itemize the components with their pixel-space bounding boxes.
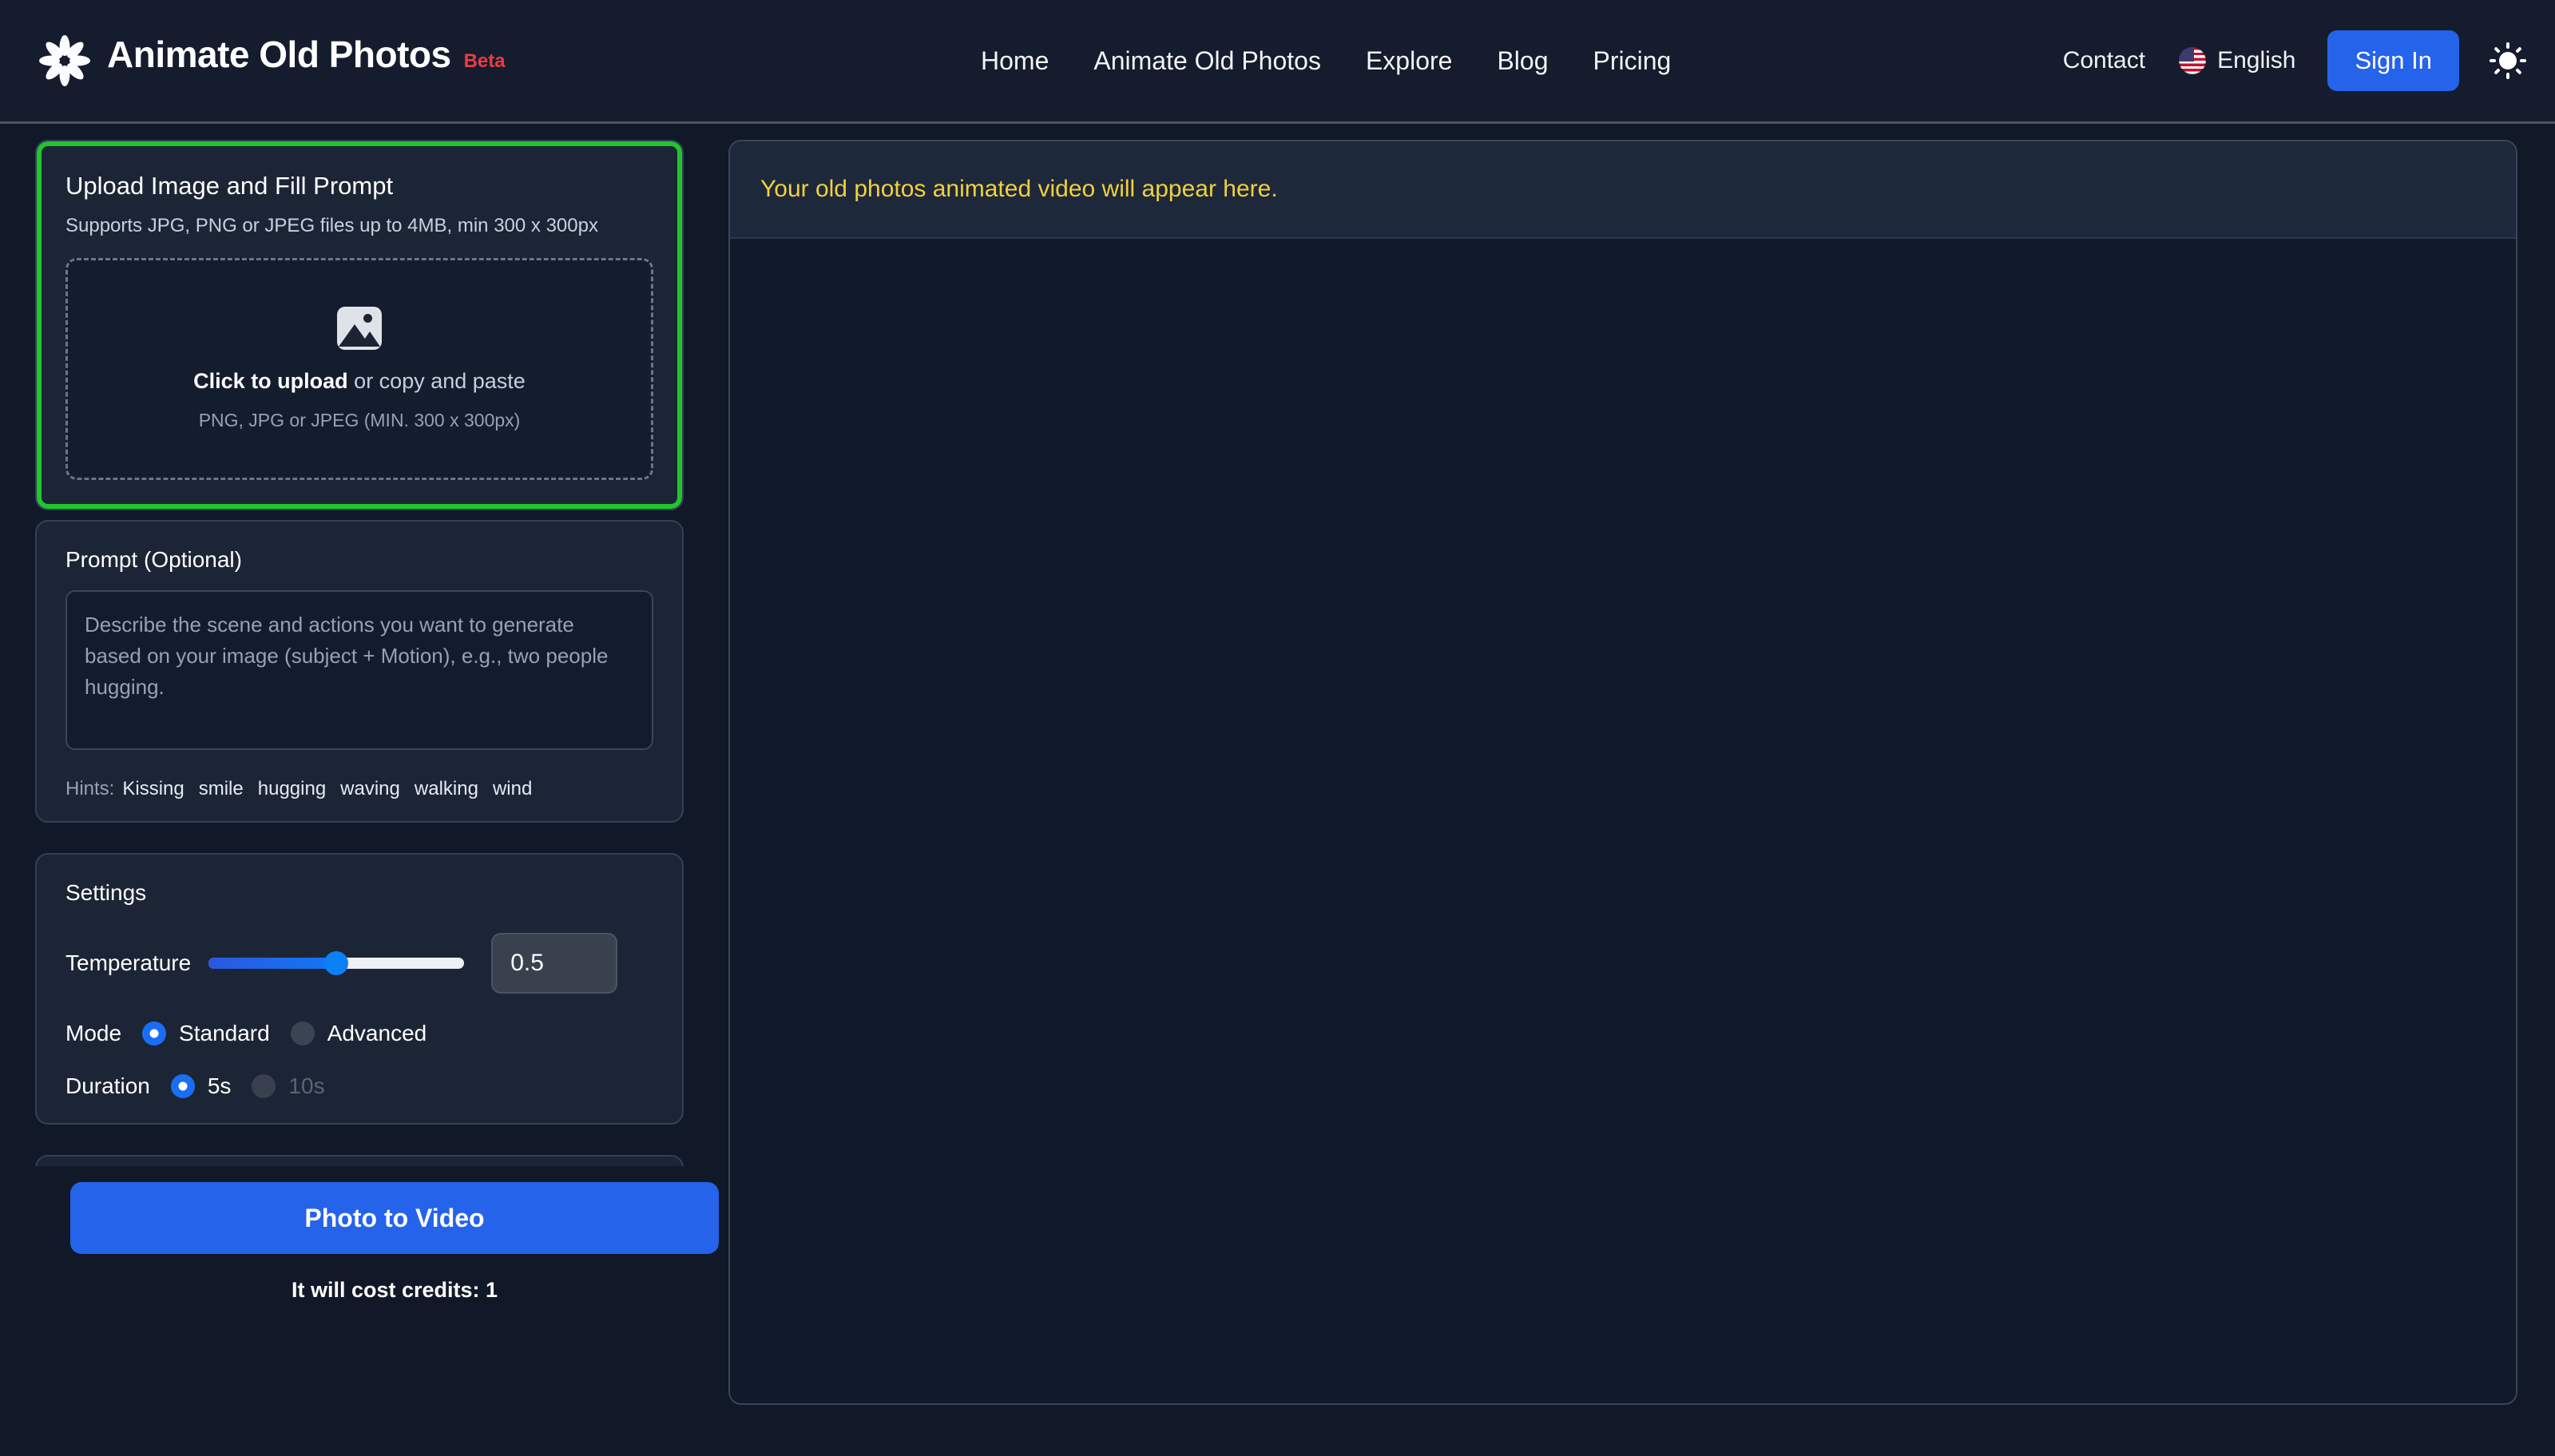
duration-option-10s: 10s: [252, 1073, 325, 1099]
nav-item-animate-old-photos[interactable]: Animate Old Photos: [1071, 46, 1343, 76]
hint-walking[interactable]: walking: [415, 778, 478, 799]
mode-option-advanced[interactable]: Advanced: [290, 1021, 427, 1046]
image-placeholder-icon: [337, 307, 382, 350]
radio-5s[interactable]: [170, 1074, 195, 1098]
page-title: Animate Old Photos: [107, 34, 451, 75]
temperature-slider-thumb[interactable]: [324, 951, 349, 975]
duration-option-5s[interactable]: 5s: [170, 1073, 232, 1099]
duration-label: Duration: [65, 1073, 150, 1098]
sun-ray: [2506, 73, 2509, 79]
sun-ray: [2494, 68, 2501, 75]
mode-standard-label: Standard: [179, 1021, 270, 1045]
duration-10s-label: 10s: [288, 1073, 325, 1098]
temperature-row: Temperature 0.5: [65, 933, 661, 994]
action-bar: Photo to Video It will cost credits: 1: [35, 1166, 754, 1338]
header-actions: Contact English Sign In: [2044, 30, 2529, 91]
upload-card[interactable]: Upload Image and Fill Prompt Supports JP…: [35, 140, 684, 510]
app-header: Animate Old Photos Beta Home Animate Old…: [0, 0, 2555, 124]
preview-placeholder-text: Your old photos animated video will appe…: [760, 176, 1278, 202]
sign-in-button[interactable]: Sign In: [2327, 30, 2459, 91]
dropzone-click-to-upload: Click to upload: [193, 369, 348, 393]
language-label: English: [2217, 47, 2296, 73]
controls-column: Upload Image and Fill Prompt Supports JP…: [35, 140, 754, 1338]
upload-card-title: Upload Image and Fill Prompt: [65, 172, 394, 200]
sun-ray: [2506, 42, 2509, 49]
prompt-hints: Hints: Kissing smile hugging waving walking wi…: [65, 778, 661, 800]
upload-card-subtitle: Supports JPG, PNG or JPEG files up to 4M…: [65, 215, 598, 236]
sun-ray: [2490, 59, 2496, 62]
preview-panel-header: Your old photos animated video will appe…: [730, 141, 2516, 239]
sun-ray: [2494, 46, 2501, 54]
temperature-label: Temperature: [65, 950, 192, 975]
main-content: Upload Image and Fill Prompt Supports JP…: [0, 124, 2555, 1456]
sun-core: [2499, 52, 2517, 69]
image-icon-sun: [363, 314, 372, 323]
contact-link[interactable]: Contact: [2044, 47, 2164, 74]
brand[interactable]: Animate Old Photos Beta: [39, 34, 506, 86]
image-dropzone[interactable]: Click to upload or copy and paste PNG, J…: [65, 258, 653, 480]
settings-title: Settings: [65, 880, 147, 905]
nav-item-blog[interactable]: Blog: [1474, 46, 1570, 76]
prompt-card: Prompt (Optional) Hints: Kissing smile hugg…: [35, 520, 684, 823]
nav-item-pricing[interactable]: Pricing: [1571, 46, 1694, 76]
image-icon-mountain-small: [359, 331, 380, 347]
radio-standard[interactable]: [142, 1022, 167, 1045]
dropzone-secondary-text: PNG, JPG or JPEG (MIN. 300 x 300px): [198, 410, 521, 430]
photo-to-video-button[interactable]: Photo to Video: [70, 1182, 719, 1254]
flower-petals-icon: [39, 35, 90, 86]
mode-advanced-label: Advanced: [327, 1021, 427, 1045]
credit-cost-note: It will cost credits: 1: [291, 1278, 498, 1302]
nav-item-explore[interactable]: Explore: [1343, 46, 1475, 76]
duration-5s-label: 5s: [207, 1073, 232, 1098]
temperature-value-field[interactable]: 0.5: [491, 933, 618, 994]
prompt-input[interactable]: [65, 590, 653, 750]
nav-item-home[interactable]: Home: [958, 46, 1071, 76]
sun-ray: [2520, 59, 2526, 62]
hints-label: Hints:: [65, 778, 115, 799]
hint-wind[interactable]: wind: [493, 778, 532, 799]
settings-card: Settings Temperature 0.5 Mode Standard A…: [35, 853, 684, 1125]
radio-advanced[interactable]: [290, 1022, 315, 1045]
hint-waving[interactable]: waving: [340, 778, 400, 799]
hint-kissing[interactable]: Kissing: [122, 778, 184, 799]
main-nav: Home Animate Old Photos Explore Blog Pri…: [958, 46, 1693, 76]
us-flag-icon: [2179, 47, 2207, 74]
dropzone-primary-text: Click to upload or copy and paste: [193, 369, 526, 394]
preview-video-area[interactable]: [730, 239, 2516, 1402]
radio-10s: [252, 1074, 276, 1098]
dropzone-primary-rest: or copy and paste: [347, 369, 526, 393]
sun-icon[interactable]: [2486, 39, 2529, 82]
mode-row: Mode Standard Advanced: [65, 1021, 661, 1046]
beta-badge: Beta: [463, 50, 506, 72]
mode-label: Mode: [65, 1021, 122, 1045]
preview-panel: Your old photos animated video will appe…: [728, 140, 2517, 1405]
hint-hugging[interactable]: hugging: [258, 778, 326, 799]
duration-row: Duration 5s 10s: [65, 1073, 661, 1099]
sun-ray: [2515, 68, 2522, 75]
prompt-label: Prompt (Optional): [65, 547, 242, 572]
mode-option-standard[interactable]: Standard: [142, 1021, 270, 1046]
language-selector[interactable]: English: [2164, 47, 2310, 74]
temperature-slider-fill: [208, 958, 337, 969]
hint-smile[interactable]: smile: [199, 778, 244, 799]
temperature-slider[interactable]: [208, 951, 465, 975]
sun-ray: [2515, 46, 2522, 54]
